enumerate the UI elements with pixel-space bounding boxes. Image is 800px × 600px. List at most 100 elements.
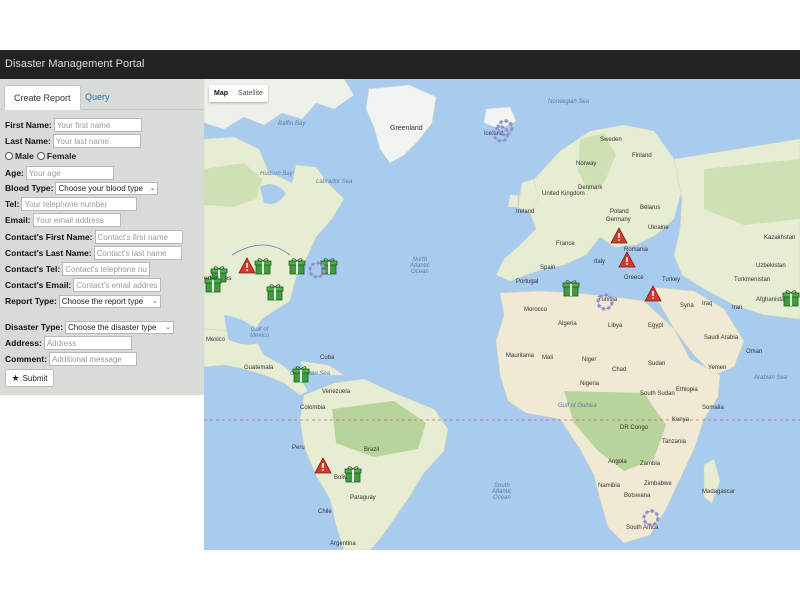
label-chad: Chad [612, 367, 627, 373]
label-france: France [556, 241, 575, 247]
label-sudan: Sudan [648, 361, 666, 367]
star-icon: ★ [11, 372, 20, 383]
last-name-input[interactable] [52, 134, 141, 148]
contact-first-input[interactable] [94, 230, 183, 244]
label-yemen: Yemen [708, 365, 727, 371]
report-type-row: Report Type: Choose the report type ⌄ [5, 294, 161, 308]
blood-type-row: Blood Type: Choose your blood type ⌄ [5, 181, 159, 195]
label-mali: Mali [542, 355, 554, 361]
disaster-type-select[interactable]: Choose the disaster type ⌄ [64, 320, 174, 334]
chevron-down-icon: ⌄ [165, 324, 171, 331]
submit-button[interactable]: ★ Submit [5, 369, 54, 387]
lifebuoy-marker-icon[interactable] [642, 509, 660, 527]
label-cuba: Cuba [320, 355, 335, 361]
map-type-satellite-button[interactable]: Satellite [233, 85, 268, 102]
contact-last-input[interactable] [93, 246, 182, 260]
last-name-label: Last Name: [5, 136, 51, 146]
label-algeria: Algeria [558, 321, 577, 327]
male-radio[interactable] [5, 152, 13, 160]
contact-email-input[interactable] [73, 278, 162, 292]
address-input[interactable] [43, 336, 132, 350]
address-row: Address: [5, 336, 132, 350]
label-venezuela: Venezuela [322, 389, 351, 395]
gift-marker-icon[interactable] [782, 289, 800, 307]
label-labrador-sea: Labrador Sea [316, 179, 353, 185]
email-label: Email: [5, 215, 31, 225]
gift-marker-icon[interactable] [292, 365, 310, 383]
label-guatemala: Guatemala [244, 365, 274, 371]
gift-marker-icon[interactable] [254, 257, 272, 275]
warning-marker-icon[interactable] [610, 227, 628, 245]
contact-tel-label: Contact's Tel: [5, 264, 61, 274]
label-zimbabwe: Zimbabwe [644, 481, 672, 487]
warning-marker-icon[interactable] [644, 285, 662, 303]
label-poland: Poland [610, 209, 629, 215]
gift-marker-icon[interactable] [344, 465, 362, 483]
contact-first-label: Contact's First Name: [5, 232, 93, 242]
gift-marker-icon[interactable] [266, 283, 284, 301]
blood-type-select[interactable]: Choose your blood type ⌄ [55, 181, 159, 195]
label-gulf-of-mexico: Gulf of Mexico [250, 327, 270, 339]
comment-input[interactable] [49, 352, 138, 366]
lifebuoy-marker-icon[interactable] [596, 293, 614, 311]
warning-marker-icon[interactable] [314, 457, 332, 475]
tel-input[interactable] [21, 197, 138, 211]
label-kenya: Kenya [672, 417, 690, 423]
contact-email-label: Contact's Email: [5, 280, 72, 290]
greenland-shape [365, 84, 437, 164]
label-turkmenistan: Turkmenistan [734, 277, 771, 283]
label-peru: Peru [292, 445, 305, 451]
email-input[interactable] [32, 213, 121, 227]
warning-marker-icon[interactable] [618, 251, 636, 269]
first-name-input[interactable] [53, 118, 142, 132]
report-type-select[interactable]: Choose the report type ⌄ [58, 294, 161, 308]
label-hudson-bay: Hudson Bay [260, 171, 293, 177]
top-navbar: Disaster Management Portal [0, 50, 800, 79]
gift-marker-icon[interactable] [204, 275, 222, 293]
map-type-map-button[interactable]: Map [209, 85, 233, 102]
label-kazakhstan: Kazakhstan [764, 235, 796, 241]
label-greenland: Greenland [390, 125, 423, 132]
email-row: Email: [5, 213, 121, 227]
label-zambia: Zambia [640, 461, 661, 467]
label-libya: Libya [608, 323, 623, 329]
label-mauritania: Mauritania [506, 353, 535, 359]
tab-create-report[interactable]: Create Report [4, 85, 81, 110]
app-title[interactable]: Disaster Management Portal [5, 58, 144, 70]
label-norway: Norway [576, 161, 597, 167]
gift-marker-icon[interactable] [562, 279, 580, 297]
disaster-type-row: Disaster Type: Choose the disaster type … [5, 320, 174, 334]
lifebuoy-marker-icon[interactable] [496, 119, 514, 137]
label-angola: Angola [608, 459, 627, 465]
tab-query[interactable]: Query [76, 85, 119, 110]
map-type-control: Map Satellite [209, 85, 268, 102]
label-spain: Spain [540, 265, 556, 271]
label-norwegian-sea: Norwegian Sea [548, 99, 590, 105]
gift-marker-icon[interactable] [288, 257, 306, 275]
lifebuoy-marker-icon[interactable] [308, 261, 326, 279]
female-radio[interactable] [36, 152, 45, 160]
warning-marker-icon[interactable] [238, 257, 256, 275]
map-base [204, 79, 800, 550]
label-argentina: Argentina [330, 541, 356, 547]
report-type-value: Choose the report type [61, 296, 144, 306]
map-canvas[interactable]: Map Satellite Greenland Iceland Norwegia… [204, 79, 800, 550]
label-chile: Chile [318, 509, 332, 515]
first-name-row: First Name: [5, 118, 142, 132]
age-input[interactable] [25, 166, 114, 180]
label-germany: Germany [606, 217, 631, 223]
label-gulf-of-guinea: Gulf of Guinea [558, 403, 597, 409]
contact-last-label: Contact's Last Name: [5, 248, 92, 258]
contact-tel-input[interactable] [62, 262, 151, 276]
label-greece: Greece [624, 275, 644, 281]
age-row: Age: [5, 166, 114, 180]
label-mexico: Mexico [206, 337, 226, 343]
label-iran: Iran [732, 305, 743, 311]
submit-label: Submit [22, 373, 48, 383]
label-united-kingdom: United Kingdom [542, 191, 585, 197]
label-south-sudan: South Sudan [640, 391, 675, 397]
contact-tel-row: Contact's Tel: [5, 262, 151, 276]
age-label: Age: [5, 168, 24, 178]
label-colombia: Colombia [300, 405, 326, 411]
label-south-atlantic: South Atlantic Ocean [492, 483, 512, 501]
